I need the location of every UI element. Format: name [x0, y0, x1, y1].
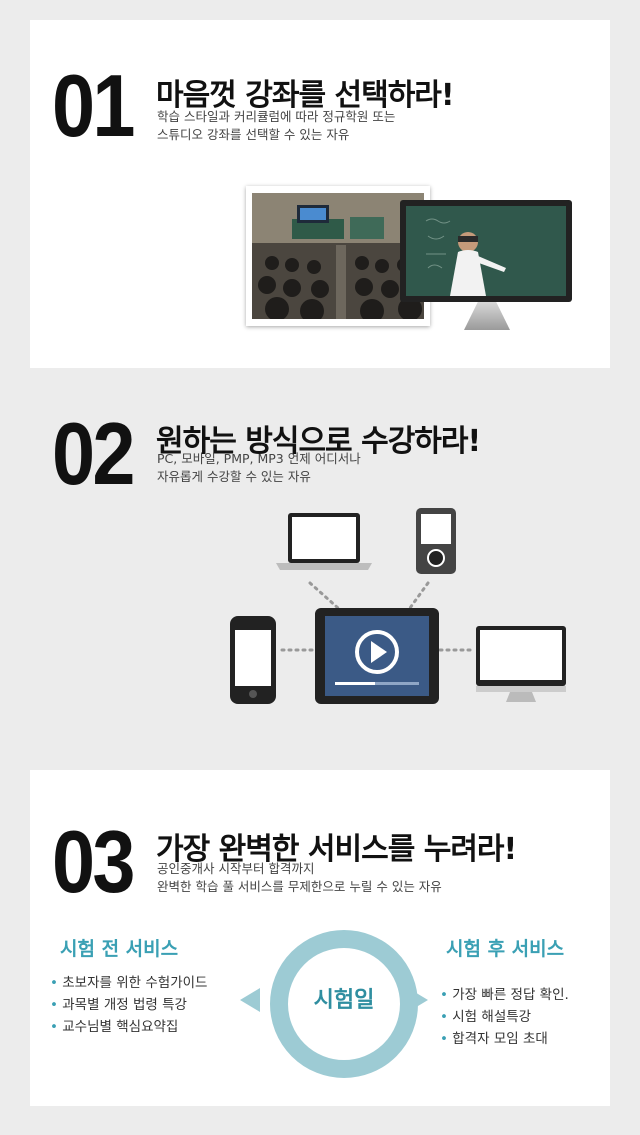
tablet-icon	[315, 608, 439, 704]
list-item: 시험 해설특강	[440, 1006, 569, 1028]
list-item: 초보자를 위한 수험가이드	[50, 972, 207, 994]
section-number: 03	[52, 812, 136, 911]
mp3-player-icon	[416, 508, 456, 574]
arrow-right-icon	[408, 988, 428, 1012]
smartphone-icon	[230, 616, 276, 704]
section-subtitle: 공인중개사 시작부터 합격까지 완벽한 학습 풀 서비스를 무제한으로 누릴 수…	[157, 860, 442, 896]
section-services: 03 가장 완벽한 서비스를 누려라! 공인중개사 시작부터 합격까지 완벽한 …	[30, 770, 610, 1106]
section-number: 02	[52, 404, 136, 503]
pre-exam-services-title: 시험 전 서비스	[60, 938, 179, 960]
subtitle-line: 스튜디오 강좌를 선택할 수 있는 자유	[157, 127, 350, 142]
subtitle-line: 공인중개사 시작부터 합격까지	[157, 861, 315, 876]
laptop-icon	[276, 513, 372, 570]
monitor-stand	[464, 302, 510, 330]
post-exam-services-title: 시험 후 서비스	[446, 938, 565, 960]
subtitle-line: 완벽한 학습 풀 서비스를 무제한으로 누릴 수 있는 자유	[157, 879, 442, 894]
section-number: 01	[52, 56, 136, 155]
list-item: 교수님별 핵심요약집	[50, 1016, 207, 1038]
section-subtitle: 학습 스타일과 커리큘럼에 따라 정규학원 또는 스튜디오 강좌를 선택할 수 …	[157, 108, 395, 144]
exam-day-label: 시험일	[313, 988, 375, 1013]
arrow-left-icon	[240, 988, 260, 1012]
list-item: 합격자 모임 초대	[440, 1028, 569, 1050]
subtitle-line: 학습 스타일과 커리큘럼에 따라 정규학원 또는	[157, 109, 396, 124]
section-course-choice: 01 마음껏 강좌를 선택하라! 학습 스타일과 커리큘럼에 따라 정규학원 또…	[30, 20, 610, 368]
post-exam-services-list: 가장 빠른 정답 확인. 시험 해설특강 합격자 모임 초대	[440, 984, 569, 1050]
desktop-monitor-icon	[400, 200, 572, 302]
desktop-monitor-icon	[476, 626, 566, 702]
lecture-video-frame	[406, 206, 566, 296]
section-subtitle: PC, 모바일, PMP, MP3 언제 어디서나 자유롭게 수강할 수 있는 …	[157, 450, 361, 486]
subtitle-line: 자유롭게 수강할 수 있는 자유	[157, 469, 311, 484]
device-diagram	[230, 508, 566, 704]
subtitle-line: PC, 모바일, PMP, MP3 언제 어디서나	[157, 451, 361, 466]
section-learning-methods: 02 원하는 방식으로 수강하라! PC, 모바일, PMP, MP3 언제 어…	[30, 368, 610, 770]
classroom-scene	[252, 193, 424, 319]
list-item: 가장 빠른 정답 확인.	[440, 984, 569, 1006]
list-item: 과목별 개정 법령 특강	[50, 994, 207, 1016]
exam-day-ring: 시험일	[270, 930, 418, 1078]
pre-exam-services-list: 초보자를 위한 수험가이드 과목별 개정 법령 특강 교수님별 핵심요약집	[50, 972, 207, 1038]
